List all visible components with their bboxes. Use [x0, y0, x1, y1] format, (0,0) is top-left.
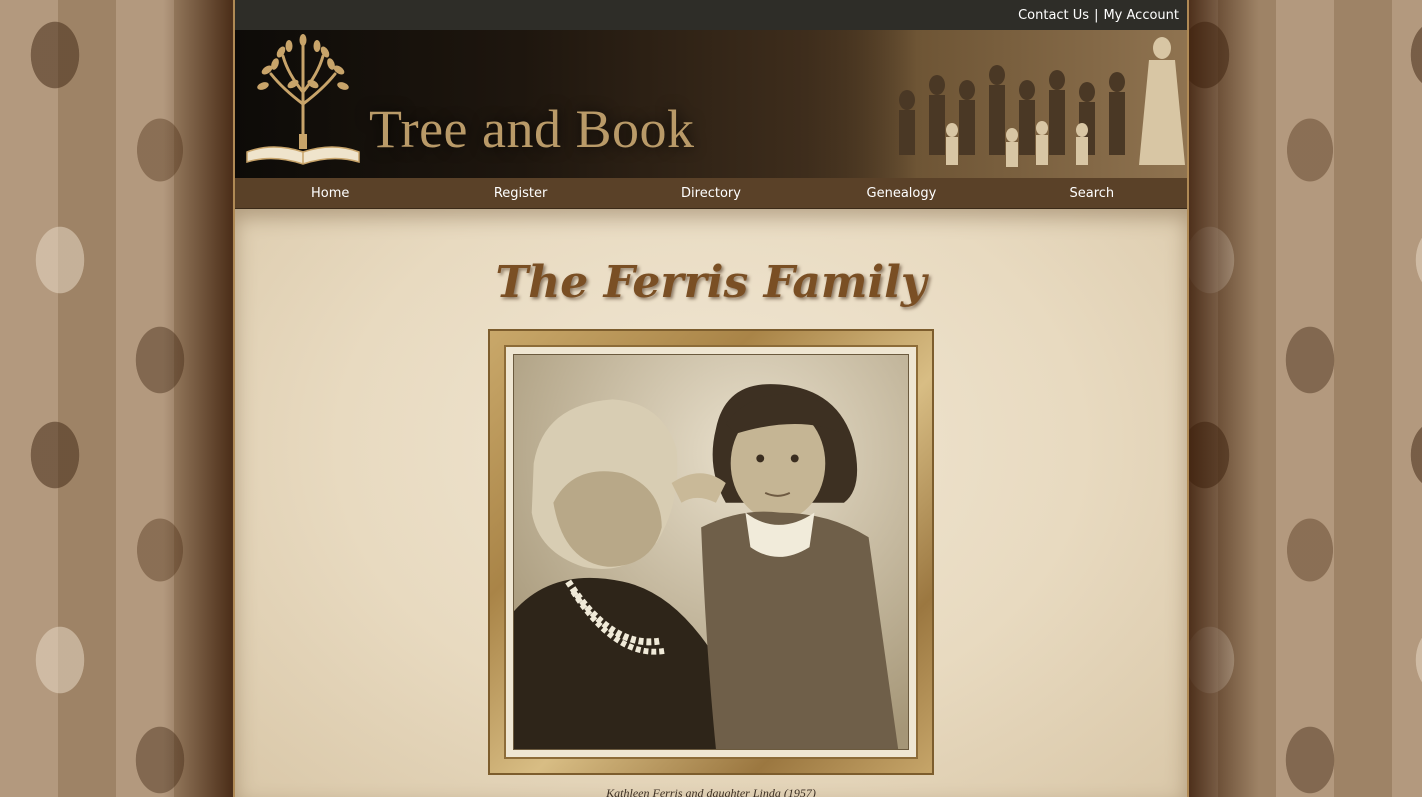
- banner-family-photo: [827, 30, 1187, 178]
- right-background-panel: [1189, 0, 1422, 797]
- main-navigation: Home Register Directory Genealogy Search: [235, 178, 1187, 209]
- nav-register[interactable]: Register: [425, 178, 615, 208]
- mother-and-daughter-photo: [514, 355, 908, 749]
- site-title: Tree and Book: [369, 99, 695, 159]
- nav-search[interactable]: Search: [997, 178, 1187, 208]
- family-photo[interactable]: [513, 354, 909, 750]
- tree-and-open-book-icon[interactable]: [243, 34, 363, 174]
- page-title: The Ferris Family: [495, 257, 927, 308]
- photo-caption: Kathleen Ferris and daughter Linda (1957…: [606, 786, 816, 797]
- nav-directory[interactable]: Directory: [616, 178, 806, 208]
- photo-mat: [504, 345, 918, 759]
- page-container: Contact Us | My Account Tree and Book Ho…: [233, 0, 1189, 797]
- contact-us-link[interactable]: Contact Us: [1018, 8, 1089, 23]
- link-separator: |: [1094, 7, 1099, 23]
- top-utility-bar: Contact Us | My Account: [235, 0, 1187, 30]
- nav-home[interactable]: Home: [235, 178, 425, 208]
- my-account-link[interactable]: My Account: [1103, 8, 1179, 23]
- photo-frame: [488, 329, 934, 775]
- site-banner: Tree and Book: [235, 30, 1187, 178]
- nav-genealogy[interactable]: Genealogy: [806, 178, 996, 208]
- left-background-panel: [0, 0, 233, 797]
- main-content: The Ferris Family Kathleen Ferris and da…: [235, 209, 1187, 797]
